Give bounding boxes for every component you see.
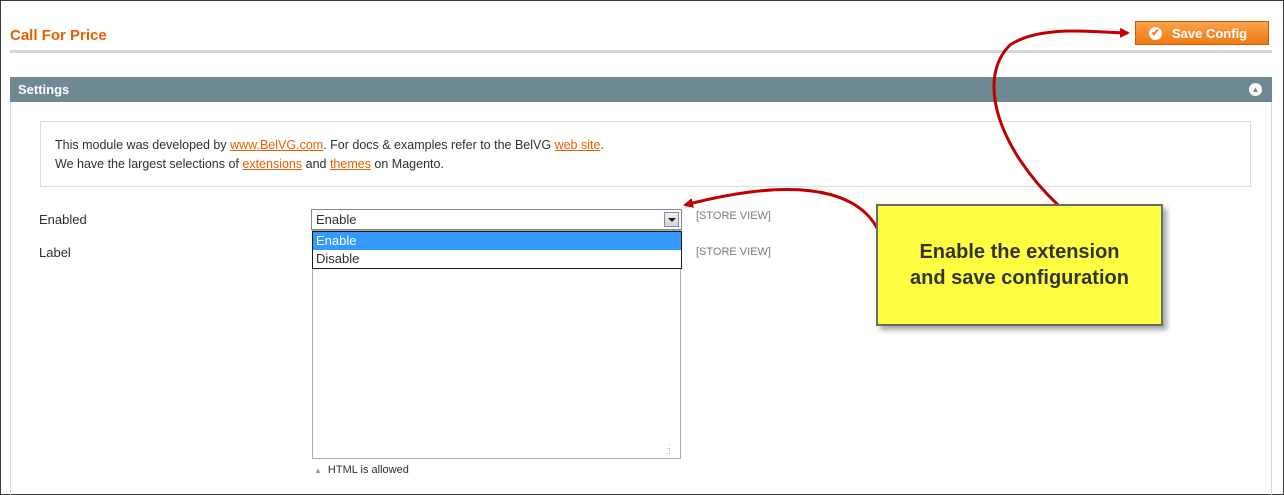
instruction-callout: Enable the extension and save configurat… <box>876 204 1163 326</box>
arrow-to-dropdown <box>683 188 884 241</box>
callout-text: Enable the extension and save configurat… <box>910 241 1129 289</box>
arrow-to-save-button <box>992 27 1130 207</box>
